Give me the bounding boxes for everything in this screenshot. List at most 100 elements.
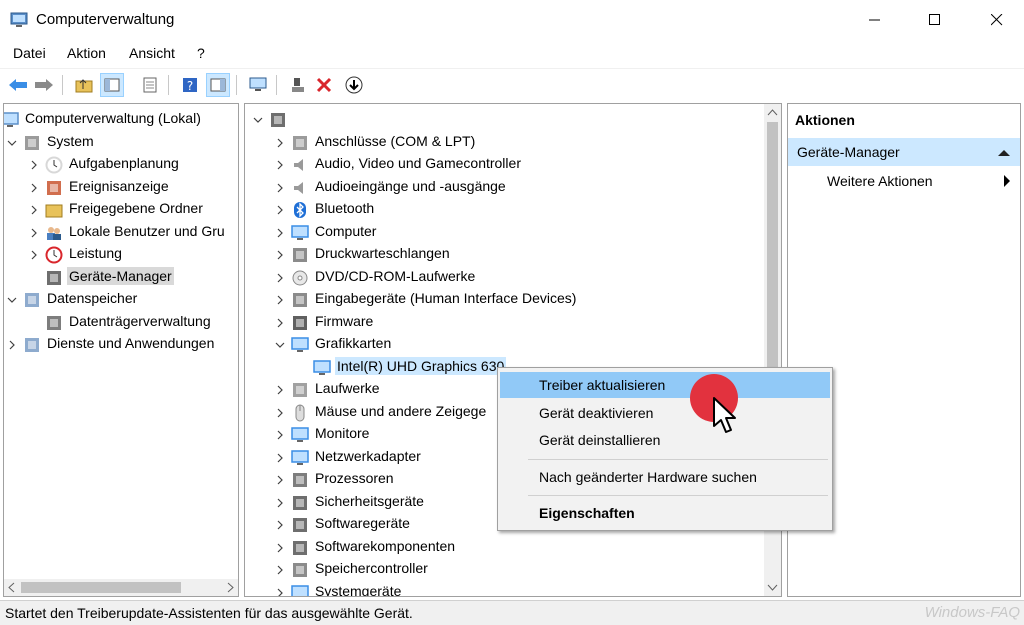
more-actions-item[interactable]: Weitere Aktionen bbox=[827, 173, 933, 189]
submenu-arrow-icon[interactable] bbox=[1003, 175, 1011, 187]
horizontal-scrollbar[interactable] bbox=[4, 579, 238, 596]
export-list-button[interactable] bbox=[138, 73, 162, 97]
scroll-down-icon[interactable] bbox=[764, 579, 781, 596]
close-icon bbox=[991, 14, 1003, 26]
close-button[interactable] bbox=[974, 0, 1020, 40]
chevron-right-icon[interactable] bbox=[275, 430, 285, 440]
menu-separator bbox=[528, 458, 828, 460]
scan-hardware-button[interactable] bbox=[246, 73, 270, 97]
chevron-right-icon[interactable] bbox=[275, 160, 285, 170]
chevron-right-icon[interactable] bbox=[275, 543, 285, 553]
chevron-right-icon[interactable] bbox=[275, 475, 285, 485]
chevron-down-icon[interactable] bbox=[7, 295, 17, 305]
scroll-left-icon[interactable] bbox=[4, 579, 21, 596]
tree-item-label: System bbox=[47, 132, 94, 149]
chevron-right-icon[interactable] bbox=[275, 498, 285, 508]
maximize-icon bbox=[929, 14, 940, 25]
scroll-right-icon[interactable] bbox=[221, 579, 238, 596]
svg-text:?: ? bbox=[187, 79, 193, 93]
chevron-right-icon[interactable] bbox=[275, 408, 285, 418]
tree-item-label: Mäuse und andere Zeigege bbox=[315, 402, 487, 419]
tree-item-label: Geräte-Manager bbox=[67, 266, 174, 285]
monitor-scan-icon bbox=[249, 77, 267, 91]
chevron-right-icon[interactable] bbox=[29, 205, 39, 215]
tree-item-label: Ereignisanzeige bbox=[69, 177, 169, 194]
security-icon bbox=[293, 495, 307, 510]
enable-device-button[interactable] bbox=[342, 73, 366, 97]
menu-aktion[interactable]: Aktion bbox=[67, 45, 106, 61]
chevron-right-icon[interactable] bbox=[29, 183, 39, 193]
chevron-right-icon[interactable] bbox=[29, 160, 39, 170]
back-arrow-icon bbox=[9, 79, 27, 91]
drive-icon bbox=[293, 383, 307, 397]
tree-item-label: Dienste und Anwendungen bbox=[47, 335, 215, 351]
chevron-right-icon[interactable] bbox=[275, 295, 285, 305]
up-folder-button[interactable] bbox=[72, 73, 96, 97]
chevron-right-icon[interactable] bbox=[7, 340, 17, 350]
monitor-icon bbox=[291, 427, 309, 442]
chevron-down-icon[interactable] bbox=[7, 138, 17, 148]
tree-item-label: Sicherheitsgeräte bbox=[315, 492, 424, 509]
menu-ansicht[interactable]: Ansicht bbox=[129, 45, 175, 61]
uninstall-device-button[interactable] bbox=[312, 73, 336, 97]
title-bar: Computerverwaltung bbox=[0, 0, 1024, 40]
back-button[interactable] bbox=[6, 73, 30, 97]
tree-item-label: Aufgabenplanung bbox=[69, 155, 179, 171]
chevron-right-icon[interactable] bbox=[275, 273, 285, 283]
device-manager-icon bbox=[47, 270, 61, 285]
tree-item-label: Monitore bbox=[315, 425, 370, 441]
chevron-right-icon[interactable] bbox=[275, 318, 285, 328]
chevron-right-icon[interactable] bbox=[29, 250, 39, 260]
horizontal-scroll-thumb[interactable] bbox=[21, 582, 181, 593]
maximize-button[interactable] bbox=[912, 0, 958, 40]
tree-item-label: Computerverwaltung (Lokal) bbox=[25, 110, 201, 126]
chevron-down-icon[interactable] bbox=[253, 115, 263, 125]
toolbar: ? bbox=[0, 68, 1024, 100]
chevron-right-icon[interactable] bbox=[275, 205, 285, 215]
tree-item-label: DVD/CD-ROM-Laufwerke bbox=[315, 267, 476, 284]
actions-header: Aktionen bbox=[795, 112, 855, 128]
more-actions-label: Weitere Aktionen bbox=[827, 173, 933, 189]
update-driver-button[interactable] bbox=[286, 73, 310, 97]
help-button[interactable]: ? bbox=[178, 73, 202, 97]
menu-help[interactable]: ? bbox=[197, 45, 205, 61]
minimize-button[interactable] bbox=[852, 0, 898, 40]
context-menu-item[interactable]: Treiber aktualisieren bbox=[500, 372, 830, 398]
tree-item-label: Computer bbox=[315, 222, 377, 239]
actions-section-geraete-manager[interactable]: Geräte-Manager bbox=[788, 138, 1020, 166]
status-text: Startet den Treiberupdate-Assistenten fü… bbox=[5, 605, 413, 621]
chevron-right-icon[interactable] bbox=[275, 250, 285, 260]
chevron-right-icon[interactable] bbox=[275, 565, 285, 575]
chevron-right-icon[interactable] bbox=[275, 385, 285, 395]
tree-item-label: Leistung bbox=[69, 245, 122, 261]
context-menu-item[interactable]: Gerät deinstallieren bbox=[500, 427, 830, 453]
collapse-up-icon[interactable] bbox=[998, 149, 1010, 157]
chevron-right-icon[interactable] bbox=[275, 588, 285, 598]
tree-item-label: Anschlüsse (COM & LPT) bbox=[315, 132, 476, 149]
actions-section-label: Geräte-Manager bbox=[797, 144, 900, 160]
chevron-right-icon[interactable] bbox=[275, 228, 285, 238]
tree-item-label: Druckwarteschlangen bbox=[315, 245, 450, 261]
tree-item-label: Firmware bbox=[315, 312, 374, 329]
toolbar-separator bbox=[276, 75, 277, 95]
tree-item[interactable] bbox=[245, 109, 781, 131]
minimize-icon bbox=[869, 19, 880, 21]
context-menu-item[interactable]: Nach geänderter Hardware suchen bbox=[500, 464, 830, 490]
chevron-right-icon[interactable] bbox=[275, 138, 285, 148]
context-menu-item[interactable]: Eigenschaften bbox=[500, 500, 830, 526]
show-console-tree-button[interactable] bbox=[100, 73, 124, 97]
chevron-right-icon[interactable] bbox=[29, 228, 39, 238]
red-x-icon bbox=[316, 77, 332, 93]
chevron-right-icon[interactable] bbox=[275, 183, 285, 193]
disc-icon bbox=[292, 270, 308, 285]
context-menu-item[interactable]: Gerät deaktivieren bbox=[500, 400, 830, 426]
tree-item-label: Bluetooth bbox=[315, 200, 375, 216]
chevron-right-icon[interactable] bbox=[275, 520, 285, 530]
menu-datei[interactable]: Datei bbox=[13, 45, 46, 61]
scroll-up-icon[interactable] bbox=[764, 104, 781, 121]
forward-button[interactable] bbox=[32, 73, 56, 97]
chevron-down-icon[interactable] bbox=[275, 340, 285, 350]
show-action-pane-button[interactable] bbox=[206, 73, 230, 97]
chevron-right-icon[interactable] bbox=[275, 453, 285, 463]
tree-item-label: Freigegebene Ordner bbox=[69, 200, 203, 216]
